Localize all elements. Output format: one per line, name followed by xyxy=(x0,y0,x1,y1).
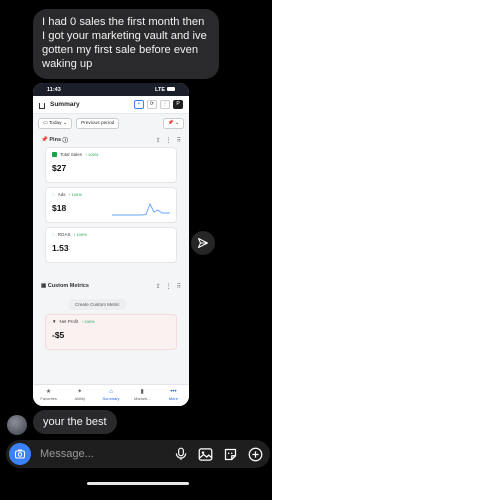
ads-sparkline xyxy=(112,202,170,216)
custom-metrics-label: Custom Metrics xyxy=(47,283,89,289)
incoming-message-bubble[interactable]: I had 0 sales the first month then I got… xyxy=(33,9,219,79)
add-icon[interactable] xyxy=(247,446,264,463)
status-time: 11:43 xyxy=(47,86,61,93)
chat-panel: I had 0 sales the first month then I got… xyxy=(0,0,272,500)
star-icon: ★ xyxy=(45,389,52,395)
roas-card: ◌ ROAS ↑ 100% 1.53 xyxy=(45,227,177,263)
share-icon: ⇪ xyxy=(155,283,161,290)
camera-button[interactable] xyxy=(9,443,31,465)
more-icon: ••• xyxy=(170,389,177,395)
refresh-icon: ⟳ xyxy=(147,100,157,109)
home-indicator xyxy=(87,482,189,485)
app-bottom-nav: ★ Favorites ✦ Ability ⌂ Summary ▮ Marketi...… xyxy=(33,384,189,406)
reply-message-text: your the best xyxy=(43,416,107,428)
microphone-icon[interactable] xyxy=(172,446,189,463)
app-title: Summary xyxy=(50,101,80,108)
sticker-icon[interactable] xyxy=(222,446,239,463)
card-label: ROAS xyxy=(57,232,71,237)
more-vertical-icon: ⋮ xyxy=(165,283,172,290)
reply-message-bubble[interactable]: your the best xyxy=(33,410,117,434)
send-icon xyxy=(198,238,208,248)
custom-metrics-header: ▦ Custom Metrics ⇪ ⋮ ⠿ xyxy=(33,279,189,293)
create-custom-metric-button: Create Custom Metric xyxy=(69,299,126,310)
message-input[interactable] xyxy=(40,448,160,460)
grid-icon: ▦ xyxy=(41,283,47,289)
home-icon: ⌂ xyxy=(109,389,113,395)
nav-summary: ⌂ Summary xyxy=(95,385,126,406)
pixel-icon: P xyxy=(173,100,183,109)
status-network: LTE xyxy=(155,87,175,93)
nav-more: ••• More xyxy=(158,385,189,406)
today-filter: ▭ Today ⌄ xyxy=(38,118,72,129)
share-send-button[interactable] xyxy=(191,231,215,255)
card-change: ↑ 100% xyxy=(68,192,82,197)
shared-screenshot[interactable]: 11:43 LTE Summary + ⟳ ⋮ P ▭ Today ⌄ Prev… xyxy=(33,83,189,406)
funnel-icon: ▼ xyxy=(52,319,57,324)
phone-status-bar: 11:43 LTE xyxy=(33,83,189,96)
incoming-message-text: I had 0 sales the first month then I got… xyxy=(42,16,207,70)
card-change: ↑ 100% xyxy=(81,319,95,324)
net-profit-card: ▼ Net Profit ↑ 100% -$5 xyxy=(45,314,177,350)
add-icon: + xyxy=(134,100,144,109)
more-vertical-icon: ⋮ xyxy=(165,137,172,144)
card-value: -$5 xyxy=(52,330,65,340)
camera-icon xyxy=(15,449,25,459)
drag-handle-icon: ⠿ xyxy=(176,137,181,144)
pins-label: Pins xyxy=(49,137,62,143)
info-icon: ⓘ xyxy=(62,138,69,144)
card-value: $27 xyxy=(52,163,67,173)
pin-icon: 📌 xyxy=(41,137,48,143)
card-change: ↑ 100% xyxy=(73,232,87,237)
avatar[interactable] xyxy=(7,415,27,435)
more-vertical-icon: ⋮ xyxy=(160,100,170,109)
home-icon xyxy=(39,102,45,109)
pins-section-header: 📌 Pins ⓘ ⇪ ⋮ ⠿ xyxy=(33,133,189,147)
card-label: Net Profit xyxy=(59,319,79,324)
bar-chart-icon: ▮ xyxy=(140,389,144,395)
blank-area xyxy=(272,0,500,500)
share-icon: ⇪ xyxy=(155,137,161,144)
loading-icon: ◌ xyxy=(52,192,55,197)
filter-row: ▭ Today ⌄ Previous period 📌 ⌄ xyxy=(33,114,189,133)
loading-icon: ◌ xyxy=(52,232,55,237)
gallery-icon[interactable] xyxy=(197,446,214,463)
sparkle-icon: ✦ xyxy=(77,389,83,395)
card-label: Total Sales xyxy=(60,152,83,157)
card-change: ↑ 100% xyxy=(85,152,99,157)
nav-favorites: ★ Favorites xyxy=(33,385,64,406)
pin-filter: 📌 ⌄ xyxy=(162,118,184,129)
period-filter: Previous period xyxy=(75,118,120,129)
battery-icon xyxy=(167,87,175,92)
app-header: Summary + ⟳ ⋮ P xyxy=(33,96,189,114)
total-sales-card: Total Sales ↑ 100% $27 xyxy=(45,147,177,183)
ads-card: ◌ Ads ↑ 100% $18 xyxy=(45,187,177,223)
card-label: Ads xyxy=(57,192,66,197)
nav-marketing: ▮ Marketi... xyxy=(127,385,158,406)
card-value: 1.53 xyxy=(52,243,69,253)
compose-bar xyxy=(6,440,270,468)
shopify-icon xyxy=(52,152,57,157)
drag-handle-icon: ⠿ xyxy=(176,283,181,290)
nav-ability: ✦ Ability xyxy=(64,385,95,406)
